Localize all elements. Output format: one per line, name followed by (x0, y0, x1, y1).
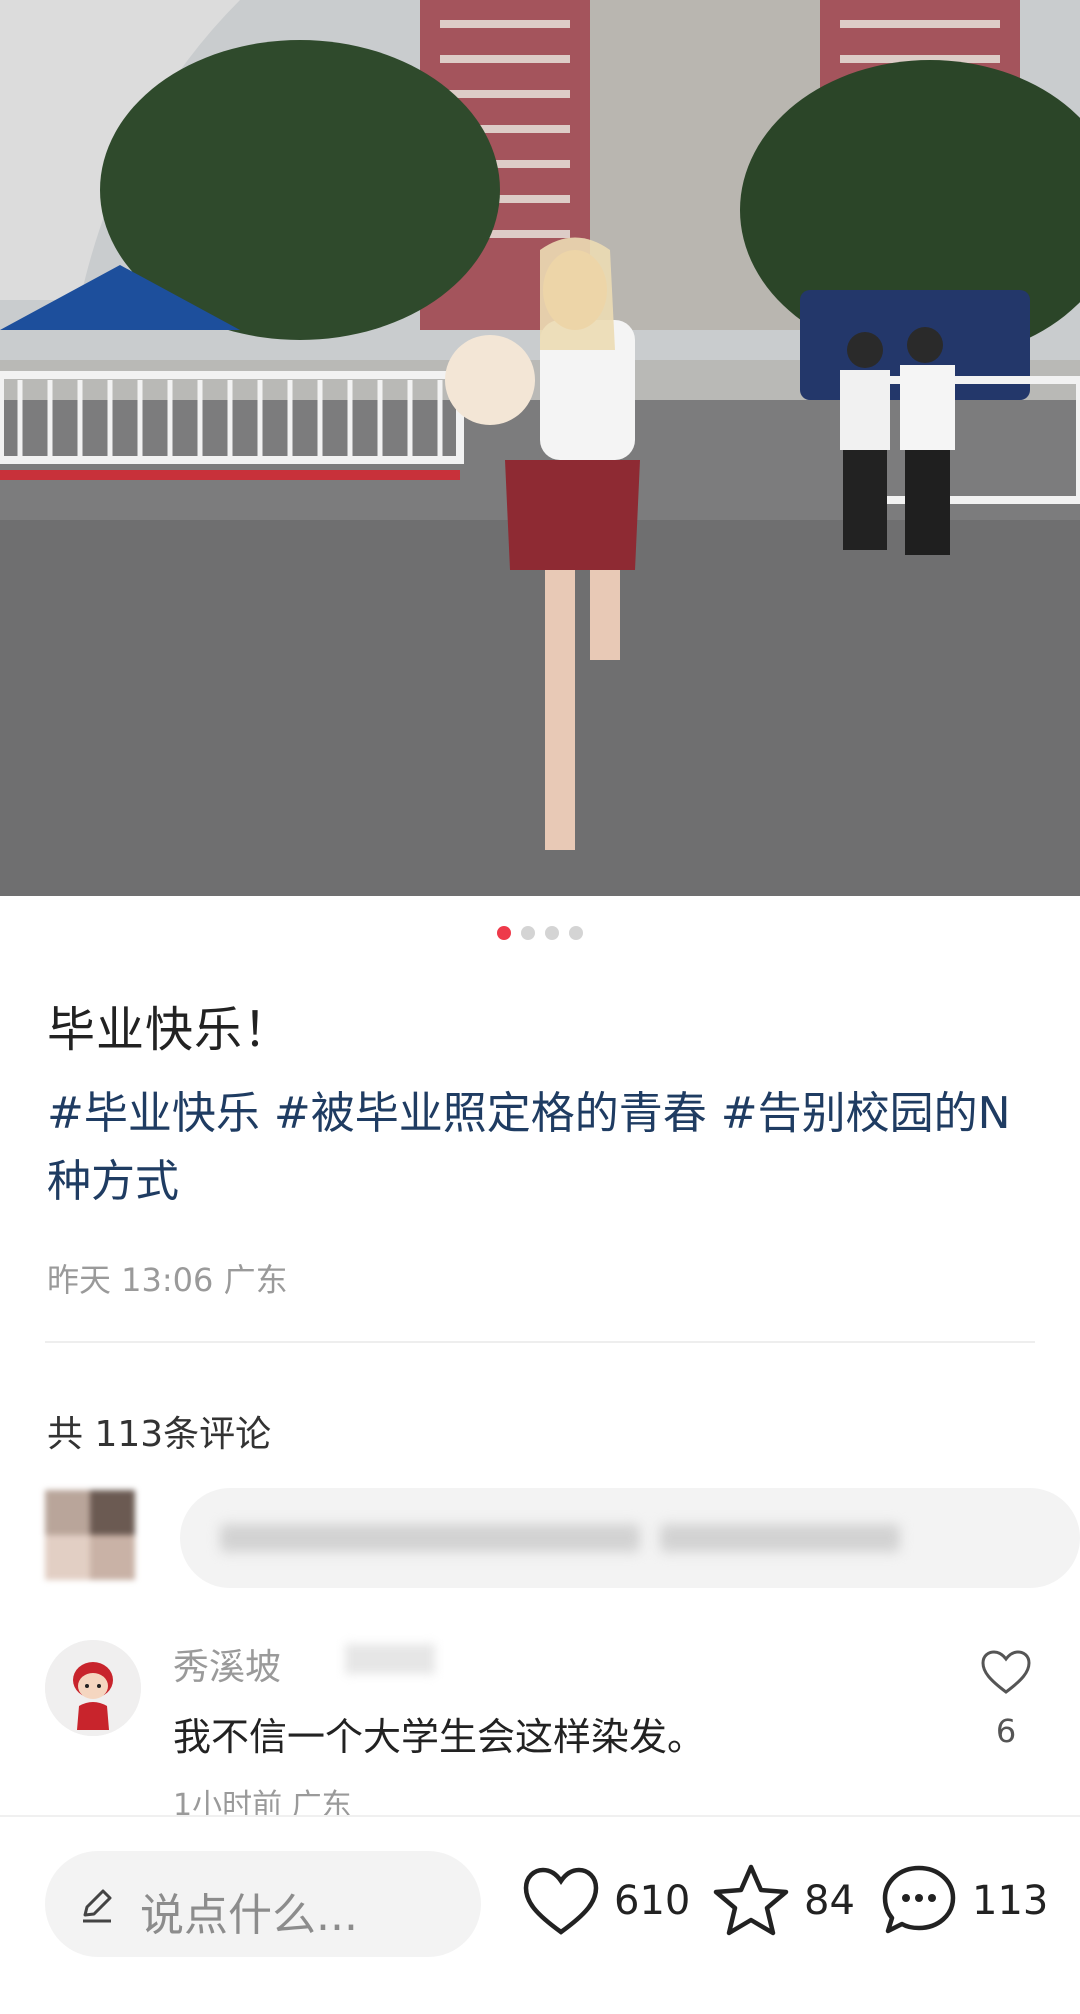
comment-item[interactable]: 秀溪坡 我不信一个大学生会这样染发。 1小时前 广东 6 (45, 1630, 1035, 1823)
comment-text: 我不信一个大学生会这样染发。 (173, 1715, 706, 1759)
pencil-icon (83, 1889, 112, 1923)
hashtag-link[interactable]: #被毕业照定格的青春 (274, 1088, 707, 1139)
post-image[interactable] (0, 0, 1080, 896)
post-time: 昨天 13:06 (47, 1261, 214, 1299)
say-something-placeholder: 说点什么... (140, 1890, 358, 1941)
comment-button[interactable]: 113 (880, 1861, 1048, 1941)
comment-count-label: 共 113条评论 (47, 1414, 272, 1455)
image-carousel-indicator (0, 926, 1080, 940)
section-divider (45, 1341, 1035, 1343)
comment-bubble-icon (882, 1865, 956, 1934)
carousel-dot (545, 926, 559, 940)
post-location: 广东 (223, 1261, 288, 1299)
blurred-name-part (345, 1644, 435, 1674)
favorite-button[interactable]: 84 (712, 1861, 855, 1941)
carousel-dot (569, 926, 583, 940)
commenter-name[interactable]: 秀溪坡 (173, 1638, 281, 1690)
like-count: 610 (614, 1878, 691, 1924)
blurred-placeholder (220, 1524, 640, 1552)
like-button[interactable]: 610 (522, 1861, 690, 1941)
hashtag-link[interactable]: #毕业快乐 (47, 1088, 260, 1139)
my-avatar (45, 1490, 135, 1580)
heart-icon (523, 1867, 599, 1935)
say-something-input[interactable]: 说点什么... (45, 1851, 481, 1957)
blurred-placeholder (660, 1524, 900, 1552)
comment-count: 113 (972, 1878, 1049, 1924)
post-tags: #毕业快乐 #被毕业照定格的青春 #告别校园的N种方式 (47, 1080, 1037, 1216)
post-meta: 昨天 13:06 广东 (47, 1255, 288, 1301)
comment-like-count: 6 (995, 1712, 1017, 1750)
post-photo-illustration (0, 0, 1080, 896)
avatar-illustration (45, 1640, 141, 1736)
comment-input[interactable] (180, 1488, 1080, 1588)
post-title: 毕业快乐！ (47, 1002, 293, 1058)
carousel-dot-active (497, 926, 511, 940)
commenter-avatar[interactable] (45, 1640, 141, 1736)
bottom-action-bar: 说点什么... 610 84 113 (0, 1817, 1080, 2014)
heart-icon[interactable] (980, 1648, 1032, 1696)
my-comment-row (45, 1488, 1080, 1588)
carousel-dot (521, 926, 535, 940)
favorite-count: 84 (804, 1878, 855, 1924)
star-icon (713, 1864, 789, 1936)
